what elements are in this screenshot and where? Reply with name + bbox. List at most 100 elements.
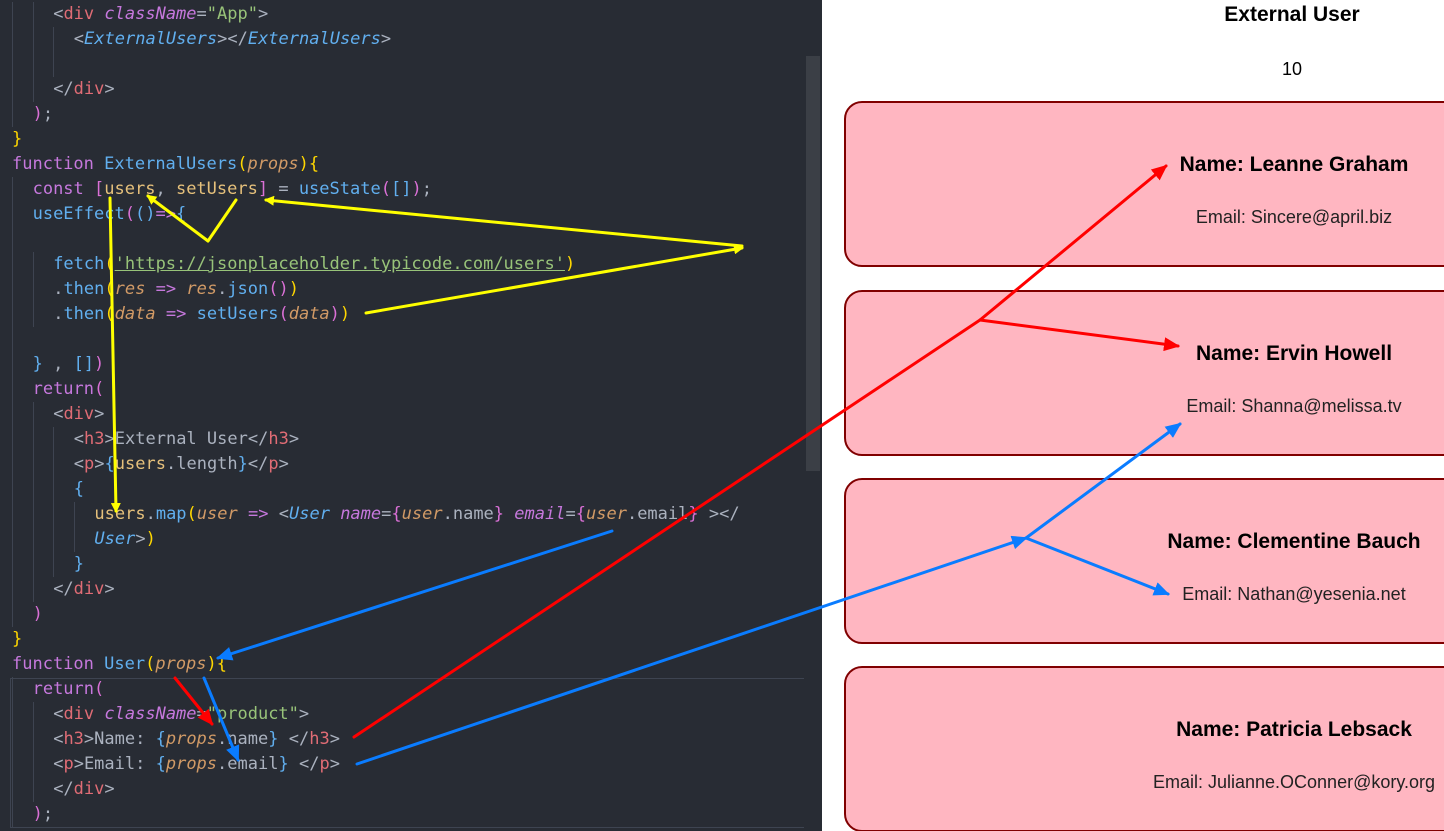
indent-guide <box>12 727 13 752</box>
code-token: } <box>493 504 505 524</box>
indent-guide <box>32 777 34 802</box>
code-line[interactable]: } , []) <box>0 352 802 377</box>
code-token: , <box>42 354 74 374</box>
code-line[interactable]: useEffect(()=>{ <box>0 202 802 227</box>
indent-guide <box>32 402 34 427</box>
code-token: User <box>288 504 330 524</box>
code-token: h3 <box>84 429 105 449</box>
code-editor[interactable]: <div className="App"> <ExternalUsers></Ex… <box>0 0 822 831</box>
code-token: } <box>73 554 85 574</box>
indent-guide <box>32 527 34 552</box>
code-line[interactable]: ); <box>0 102 802 127</box>
code-token: = <box>381 504 392 524</box>
code-token: ( <box>124 204 135 224</box>
editor-scrollbar-thumb[interactable] <box>806 56 820 471</box>
code-token: } <box>12 629 23 649</box>
code-line[interactable]: </div> <box>0 77 802 102</box>
code-line[interactable]: return( <box>0 677 802 702</box>
code-token: > <box>104 79 115 99</box>
code-token: > <box>135 529 146 549</box>
code-line[interactable]: .then(data => setUsers(data)) <box>0 302 802 327</box>
indent-guide <box>12 2 13 27</box>
code-line[interactable]: User>) <box>0 527 802 552</box>
code-text: return( <box>33 677 105 702</box>
indent-guide <box>32 577 34 602</box>
code-line[interactable]: .then(res => res.json()) <box>0 277 802 302</box>
user-card: Name: Ervin Howell Email: Shanna@melissa… <box>844 290 1444 456</box>
code-text: <div className="product"> <box>53 702 309 727</box>
indent-guide <box>12 677 13 702</box>
code-line[interactable]: <p>{users.length}</p> <box>0 452 802 477</box>
code-token: h3 <box>309 729 330 749</box>
code-line[interactable]: </div> <box>0 577 802 602</box>
code-text: </div> <box>53 577 114 602</box>
code-line[interactable]: </div> <box>0 777 802 802</box>
code-token: . <box>53 304 64 324</box>
code-line[interactable]: <div className="App"> <box>0 2 802 27</box>
code-token: > <box>298 704 310 724</box>
code-token: return <box>32 379 95 399</box>
code-token: < <box>53 729 64 749</box>
code-line[interactable]: function ExternalUsers(props){ <box>0 152 802 177</box>
code-token: div <box>63 704 95 724</box>
code-token: ) <box>32 604 43 624</box>
code-text: User>) <box>94 527 155 552</box>
code-token: < <box>73 29 85 49</box>
code-token: => <box>155 279 177 299</box>
code-line[interactable]: <ExternalUsers></ExternalUsers> <box>0 27 802 52</box>
code-token: > <box>329 754 340 774</box>
code-line[interactable]: ); <box>0 802 802 827</box>
indent-guide <box>53 552 55 577</box>
code-token: email <box>514 504 566 524</box>
code-line[interactable]: } <box>0 627 802 652</box>
code-token: => <box>155 204 176 224</box>
code-token: } <box>268 729 279 749</box>
indent-guide <box>12 577 13 602</box>
code-token: ></ <box>217 29 248 49</box>
code-line[interactable]: users.map(user => <User name={user.name}… <box>0 502 802 527</box>
code-token: h3 <box>268 429 289 449</box>
code-token: then <box>63 304 105 324</box>
indent-guide <box>53 52 55 77</box>
code-line[interactable]: <h3>Name: {props.name} </h3> <box>0 727 802 752</box>
code-line[interactable]: fetch('https://jsonplaceholder.typicode.… <box>0 252 802 277</box>
indent-guide <box>32 52 34 77</box>
code-line[interactable]: function User(props){ <box>0 652 802 677</box>
code-token: < <box>53 754 64 774</box>
code-token: Name: <box>94 729 156 749</box>
code-line[interactable]: return( <box>0 377 802 402</box>
code-token: > <box>104 579 115 599</box>
indent-guide <box>12 252 13 277</box>
code-line[interactable]: { <box>0 477 802 502</box>
code-line[interactable]: <h3>External User</h3> <box>0 427 802 452</box>
user-name: Name: Clementine Bauch <box>1167 530 1421 553</box>
code-token: . <box>217 729 228 749</box>
code-token: { <box>73 479 85 499</box>
code-token: ( <box>104 279 115 299</box>
code-line[interactable]: <p>Email: {props.email} </p> <box>0 752 802 777</box>
indent-guide <box>12 277 13 302</box>
user-name: Name: Ervin Howell <box>1195 342 1393 365</box>
code-line[interactable]: const [users, setUsers] = useState([]); <box>0 177 802 202</box>
code-line[interactable]: } <box>0 552 802 577</box>
code-line[interactable] <box>0 52 802 77</box>
code-line[interactable]: ) <box>0 602 802 627</box>
code-line[interactable] <box>0 327 802 352</box>
indent-guide <box>12 227 13 252</box>
code-line[interactable]: } <box>0 127 802 152</box>
code-token: < <box>53 704 64 724</box>
indent-guide <box>32 702 34 727</box>
code-line[interactable]: <div> <box>0 402 802 427</box>
code-token: ( <box>104 254 115 274</box>
code-line[interactable]: <div className="product"> <box>0 702 802 727</box>
code-line[interactable] <box>0 227 802 252</box>
code-area[interactable]: <div className="App"> <ExternalUsers></Ex… <box>0 2 802 827</box>
indent-guide <box>32 727 34 752</box>
code-token: map <box>155 504 187 524</box>
